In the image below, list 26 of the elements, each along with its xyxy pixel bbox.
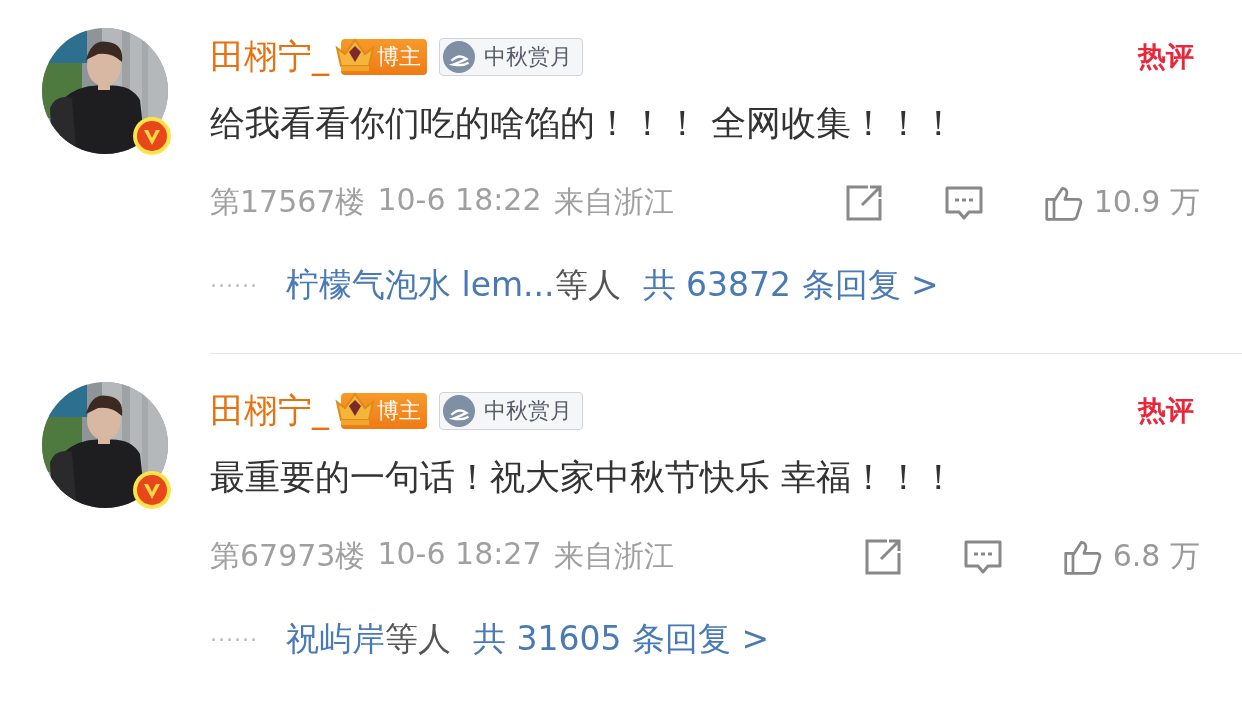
badge-label: 中秋赏月 [484,43,572,71]
badge-label: 中秋赏月 [484,397,572,425]
reply-suffix: 等人 [554,264,621,306]
dots: ······ [210,627,258,652]
comment-location: 来自浙江 [553,537,674,575]
hot-comment-label: 热评 [1136,392,1195,429]
comment-time: 10-6 18:27 [377,536,542,573]
username[interactable]: 田栩宁_ [210,34,329,80]
comment-text: 最重要的一句话！祝大家中秋节快乐 幸福！！！ [210,456,958,499]
reply-count-link[interactable]: 共 63872 条回复 > [642,263,939,308]
reply-users-link[interactable]: 柠檬气泡水 lem... [285,263,555,308]
reply-count-link[interactable]: 共 31605 条回复 > [472,617,770,662]
dots: ······ [210,273,258,298]
floor-number: 第17567楼 [210,183,366,221]
reply-suffix: 等人 [384,618,451,660]
reply-users-link[interactable]: 祝屿岸 [285,617,385,662]
floor-number: 第67973楼 [210,537,366,575]
like-button[interactable]: 10.9 万 [1043,182,1200,223]
like-button[interactable]: 6.8 万 [1062,536,1200,577]
comment-text: 给我看看你们吃的啥馅的！！！ 全网收集！！！ [210,102,958,145]
comment-location: 来自浙江 [553,183,674,221]
comment-time: 10-6 18:22 [377,182,542,219]
username[interactable]: 田栩宁_ [210,388,329,434]
badge-label: 博主 [377,397,421,425]
hot-comment-label: 热评 [1136,38,1195,75]
badge-label: 博主 [377,43,421,71]
